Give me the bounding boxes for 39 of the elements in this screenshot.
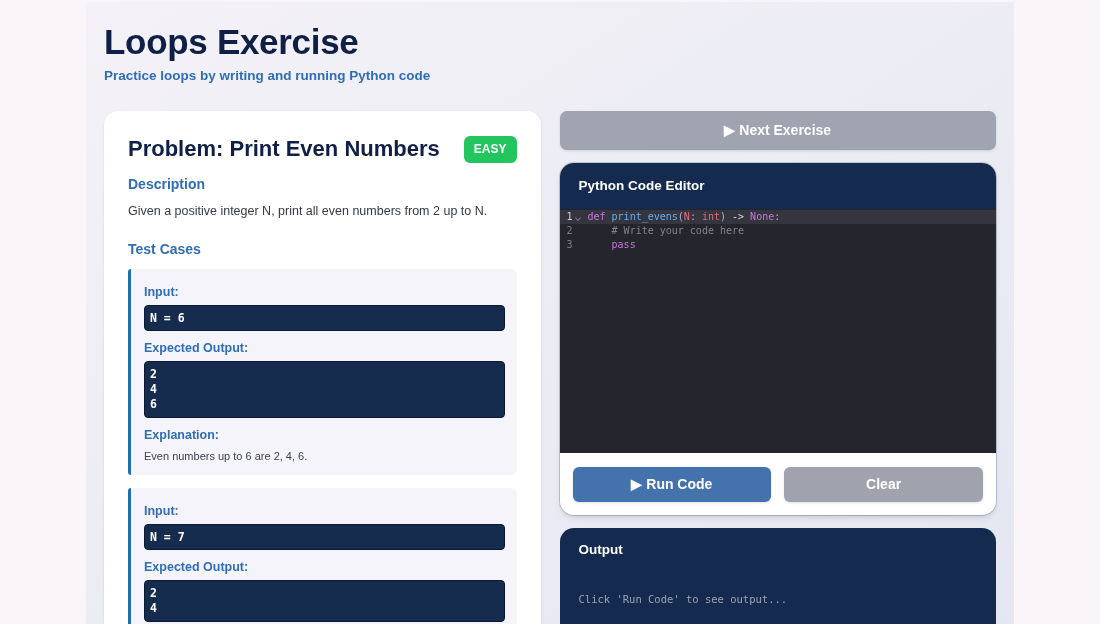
code-token: : xyxy=(689,210,696,224)
page-title: Loops Exercise xyxy=(104,22,359,62)
run-code-button[interactable]: ▶ Run Code xyxy=(572,467,772,502)
clear-button[interactable]: Clear xyxy=(784,467,983,502)
section-heading: Test Cases xyxy=(128,240,201,259)
code-token: None xyxy=(749,210,775,224)
fold-caret-icon[interactable] xyxy=(574,216,581,221)
code-block: N = 7 xyxy=(144,524,505,550)
code-token: pass xyxy=(610,238,636,252)
code-block: N = 6 xyxy=(144,305,505,331)
code-block: 2 4 xyxy=(144,580,505,622)
code-token: int xyxy=(700,210,720,224)
difficulty-badge: EASY xyxy=(463,135,517,163)
code-token: : xyxy=(774,210,781,224)
description-text: Given a positive integer N, print all even numbers from 2 up to N. xyxy=(128,203,488,220)
code-token: # Write your code here xyxy=(610,224,745,238)
editor-title: Python Code Editor xyxy=(578,177,705,195)
problem-title: Problem: Print Even Numbers xyxy=(128,135,440,163)
field-label: Explanation: xyxy=(144,427,219,444)
code-token: ) xyxy=(720,210,727,224)
section-heading: Description xyxy=(128,175,205,194)
code-block: 2 4 6 xyxy=(144,361,505,418)
code-token: print_evens xyxy=(610,210,678,224)
field-label: Input: xyxy=(144,503,179,520)
code-token: ( xyxy=(677,210,684,224)
output-message: Click 'Run Code' to see output... xyxy=(578,592,788,607)
field-label: Expected Output: xyxy=(144,559,249,576)
explanation-text: Even numbers up to 6 are 2, 4, 6. xyxy=(144,449,308,464)
field-label: Expected Output: xyxy=(144,340,249,357)
line-number: 1 xyxy=(566,210,573,224)
page-subtitle: Practice loops by writing and running Python code xyxy=(104,67,431,85)
code-token: -> xyxy=(731,210,745,224)
field-label: Input: xyxy=(144,284,179,301)
line-number: 3 xyxy=(566,238,573,252)
output-title: Output xyxy=(578,541,623,559)
line-number: 2 xyxy=(566,224,573,238)
code-editor[interactable]: 1 def print_evens(N: int) -> None: 2 # Write your code here 3 pass xyxy=(559,209,996,453)
code-token: def xyxy=(587,210,606,224)
code-token: N xyxy=(683,210,690,224)
